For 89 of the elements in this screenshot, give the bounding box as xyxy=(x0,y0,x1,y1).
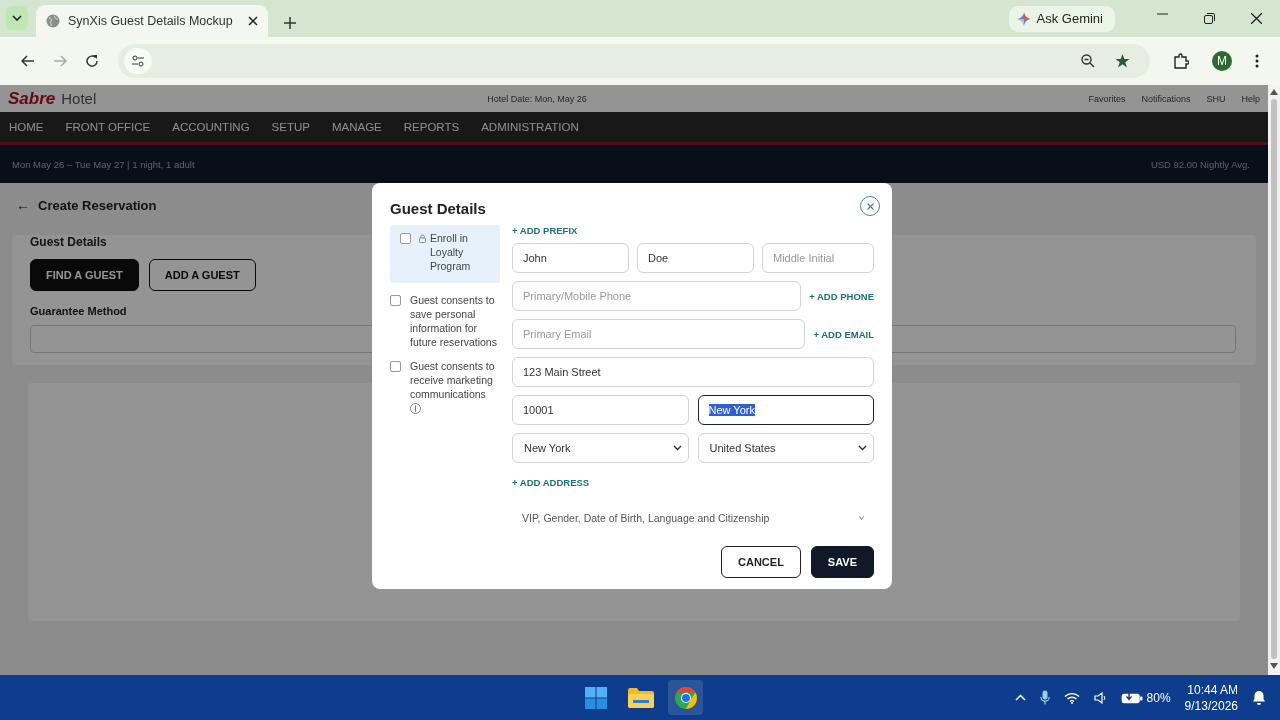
stay-summary: Mon May 26 – Tue May 27 | 1 night, 1 adult xyxy=(12,158,195,170)
notification-bell-icon[interactable] xyxy=(1252,690,1266,705)
add-email-link[interactable]: + ADD EMAIL xyxy=(813,328,874,340)
email-field[interactable]: Primary Email xyxy=(512,319,806,349)
header-link[interactable]: Notifications xyxy=(1141,93,1191,104)
clock-date: 9/13/2026 xyxy=(1184,697,1238,714)
hotel-logo-text: Hotel xyxy=(61,90,97,107)
loyalty-checkbox[interactable] xyxy=(400,233,411,244)
header-link[interactable]: Help xyxy=(1241,93,1260,104)
scrollbar[interactable] xyxy=(1268,85,1280,675)
scroll-up-arrow-icon[interactable] xyxy=(1270,89,1278,95)
save-button[interactable]: SAVE xyxy=(810,546,874,578)
middle-initial-field[interactable]: Middle Initial xyxy=(762,243,874,273)
info-icon[interactable] xyxy=(410,403,421,414)
nav-item[interactable]: ACCOUNTING xyxy=(172,121,250,133)
profile-avatar[interactable]: M xyxy=(1212,51,1232,71)
site-settings-button[interactable] xyxy=(124,48,152,74)
chevron-down-icon xyxy=(858,445,867,451)
consent-checkbox[interactable] xyxy=(390,295,401,306)
clock[interactable]: 10:44 AM 9/13/2026 xyxy=(1184,681,1238,714)
back-arrow-icon[interactable] xyxy=(21,55,35,67)
nav-item[interactable]: HOME xyxy=(9,121,44,133)
windows-logo-icon xyxy=(584,686,607,709)
add-prefix-link[interactable]: + ADD PREFIX xyxy=(512,224,578,236)
browser-tab[interactable]: SynXis Guest Details Mockup xyxy=(36,5,268,37)
back-arrow[interactable]: ← xyxy=(16,197,30,213)
close-icon[interactable] xyxy=(248,16,258,26)
postal-code-field[interactable]: 10001 xyxy=(512,395,689,425)
battery-icon[interactable] xyxy=(1120,691,1143,704)
wifi-icon[interactable] xyxy=(1063,691,1080,704)
close-icon[interactable] xyxy=(1251,13,1262,24)
nav-item[interactable]: FRONT OFFICE xyxy=(65,121,151,133)
hotel-date: Hotel Date: Mon, May 26 xyxy=(487,93,588,104)
close-icon xyxy=(866,202,874,210)
browser-icon xyxy=(674,686,697,709)
nav-item[interactable]: REPORTS xyxy=(403,121,460,133)
last-name-field[interactable]: Doe xyxy=(637,243,754,273)
country-dropdown[interactable]: United States xyxy=(697,433,874,463)
chevron-down-icon[interactable] xyxy=(12,15,22,21)
sabre-logo: Sabre xyxy=(8,88,56,109)
consent-checkbox[interactable] xyxy=(390,361,401,372)
battery-percentage: 80% xyxy=(1146,690,1171,705)
checkbox-label: Guest consents to receive marketing communications xyxy=(410,359,496,401)
microphone-icon[interactable] xyxy=(1039,690,1050,705)
header-link[interactable]: SHU xyxy=(1206,93,1226,104)
city-field[interactable]: New York xyxy=(697,395,874,425)
more-details-section[interactable]: VIP, Gender, Date of Birth, Language and Citizenship xyxy=(512,500,874,536)
reload-icon[interactable] xyxy=(85,54,99,68)
nav-item[interactable]: MANAGE xyxy=(331,121,382,133)
street-address-field[interactable]: 123 Main Street xyxy=(512,357,874,387)
tab-search-button[interactable] xyxy=(6,6,28,30)
restore-icon[interactable] xyxy=(1204,13,1215,24)
sliders-icon xyxy=(131,54,145,68)
puzzle-icon[interactable] xyxy=(1173,53,1189,69)
nightly-rate: USD 92.00 Nightly Avg. xyxy=(1150,158,1250,170)
field-label: Guarantee Method xyxy=(30,305,127,317)
chevron-down-icon xyxy=(672,445,682,451)
lock-icon xyxy=(419,234,426,243)
browser-taskbar-button[interactable] xyxy=(668,680,703,715)
dialog-title: Guest Details xyxy=(390,199,486,217)
add-address-link[interactable]: + ADD ADDRESS xyxy=(512,477,590,488)
nav-item[interactable]: ADMINISTRATION xyxy=(481,121,579,133)
checkbox-label: Enroll in Loyalty Program xyxy=(430,231,472,273)
checkbox-label: Guest consents to save personal information for future reservations xyxy=(410,293,498,349)
find-guest-button[interactable]: FIND A GUEST xyxy=(30,259,139,291)
add-guest-button[interactable]: ADD A GUEST xyxy=(148,259,256,291)
phone-field[interactable]: Primary/Mobile Phone xyxy=(512,281,802,311)
star-icon[interactable] xyxy=(1115,54,1130,68)
chevron-up-icon[interactable] xyxy=(1014,694,1026,701)
page-title: Create Reservation xyxy=(38,197,157,213)
state-dropdown[interactable]: New York xyxy=(512,433,689,463)
folder-icon xyxy=(627,687,654,708)
more-menu-icon[interactable] xyxy=(1255,54,1259,68)
first-name-field[interactable]: John xyxy=(512,243,629,273)
chevron-down-icon xyxy=(859,516,864,520)
add-phone-link[interactable]: + ADD PHONE xyxy=(809,290,874,302)
zoom-out-icon[interactable] xyxy=(1081,54,1095,68)
scroll-down-arrow-icon[interactable] xyxy=(1270,663,1278,669)
clock-time: 10:44 AM xyxy=(1187,681,1238,698)
globe-icon xyxy=(46,14,60,28)
section-title: Guest Details xyxy=(30,235,107,249)
header-link[interactable]: Favorites xyxy=(1088,93,1126,104)
gemini-button[interactable]: Ask Gemini xyxy=(1008,5,1115,32)
speaker-icon[interactable] xyxy=(1093,691,1107,704)
cancel-button[interactable]: CANCEL xyxy=(721,546,801,578)
forward-arrow-icon xyxy=(53,55,67,67)
nav-item[interactable]: SETUP xyxy=(271,121,310,133)
sparkle-icon xyxy=(1016,11,1031,26)
new-tab-icon[interactable] xyxy=(284,17,296,29)
